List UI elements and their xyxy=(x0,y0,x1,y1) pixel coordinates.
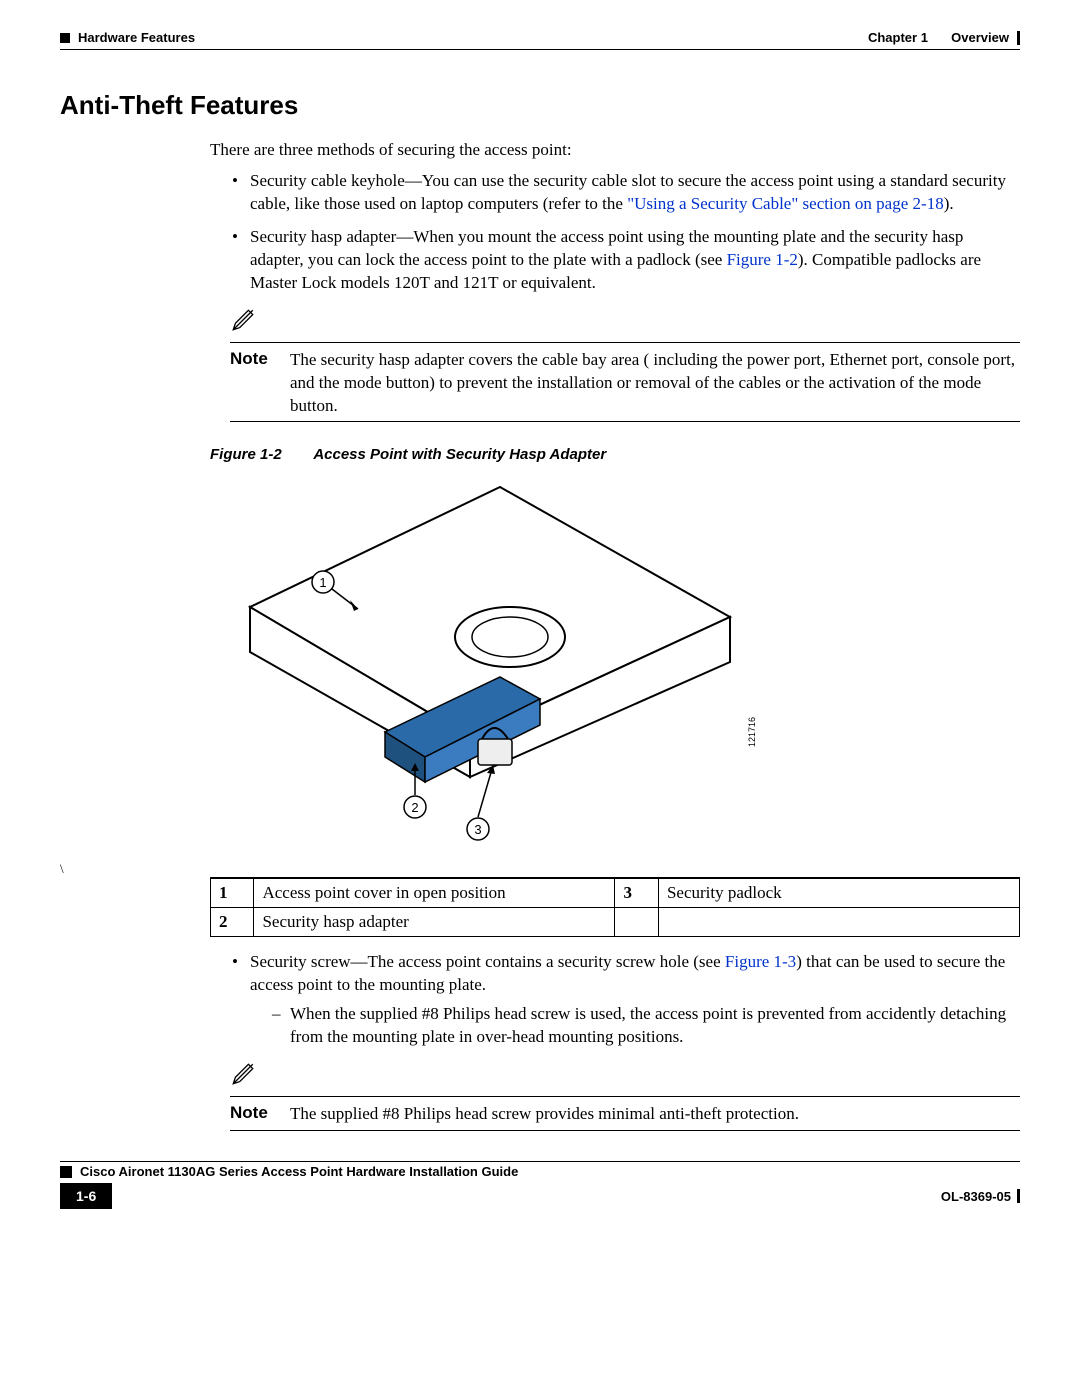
note-block-2: Note The supplied #8 Philips head screw … xyxy=(230,1061,1020,1131)
footer-bar-icon xyxy=(1017,1189,1020,1203)
header-chapter-label: Chapter 1 xyxy=(868,30,928,45)
header-marker-icon xyxy=(60,33,70,43)
bullet-security-screw: Security screw—The access point contains… xyxy=(232,951,1020,1049)
figure-caption: Figure 1-2 Access Point with Security Ha… xyxy=(210,446,1020,463)
page-number: 1-6 xyxy=(60,1183,112,1209)
doc-id: OL-8369-05 xyxy=(941,1189,1011,1204)
header-bar-icon xyxy=(1017,31,1020,45)
page-footer: Cisco Aironet 1130AG Series Access Point… xyxy=(60,1161,1020,1209)
figure-legend: 1 Access point cover in open position 3 … xyxy=(210,877,1020,937)
link-security-cable-section[interactable]: "Using a Security Cable" section on page… xyxy=(627,194,944,213)
header-chapter-title: Overview xyxy=(951,30,1009,45)
figure-1-2: 1 2 3 121716 xyxy=(210,477,1020,847)
stray-backslash: \ xyxy=(60,861,1020,877)
callout-1: 1 xyxy=(319,575,326,590)
note-body: The security hasp adapter covers the cab… xyxy=(290,349,1020,418)
note-body: The supplied #8 Philips head screw provi… xyxy=(290,1103,1020,1126)
intro-text: There are three methods of securing the … xyxy=(210,139,1020,162)
callout-3: 3 xyxy=(474,822,481,837)
pencil-icon xyxy=(230,1061,256,1087)
dash-philips-screw: When the supplied #8 Philips head screw … xyxy=(272,1003,1020,1049)
header-section: Hardware Features xyxy=(78,30,195,45)
pencil-icon xyxy=(230,307,256,333)
link-figure-1-2[interactable]: Figure 1-2 xyxy=(727,250,798,269)
note-block-1: Note The security hasp adapter covers th… xyxy=(230,307,1020,423)
image-id: 121716 xyxy=(747,717,757,747)
section-heading: Anti-Theft Features xyxy=(60,90,1020,121)
callout-2: 2 xyxy=(411,800,418,815)
footer-marker-icon xyxy=(60,1166,72,1178)
note-label: Note xyxy=(230,349,276,369)
header-rule xyxy=(60,49,1020,50)
note-label: Note xyxy=(230,1103,276,1123)
page-header: Hardware Features Chapter 1 Overview xyxy=(60,30,1020,45)
link-figure-1-3[interactable]: Figure 1-3 xyxy=(725,952,796,971)
footer-doc-title: Cisco Aironet 1130AG Series Access Point… xyxy=(80,1164,518,1179)
bullet-security-hasp: Security hasp adapter—When you mount the… xyxy=(232,226,1020,295)
bullet-security-cable: Security cable keyhole—You can use the s… xyxy=(232,170,1020,216)
